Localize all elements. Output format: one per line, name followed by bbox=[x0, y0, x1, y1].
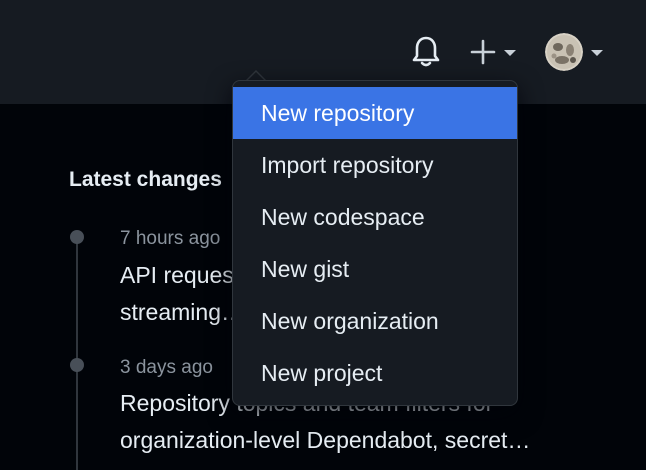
dropdown-list: New repository Import repository New cod… bbox=[233, 87, 517, 399]
latest-changes-heading: Latest changes bbox=[69, 168, 222, 191]
menu-item-new-organization[interactable]: New organization bbox=[233, 295, 517, 347]
timeline-dot bbox=[70, 358, 84, 372]
entry-time: 3 days ago bbox=[120, 357, 213, 378]
plus-icon bbox=[470, 39, 496, 65]
entry-time: 7 hours ago bbox=[120, 228, 221, 249]
create-new-button[interactable] bbox=[468, 34, 524, 70]
timeline-line bbox=[76, 234, 78, 470]
menu-item-new-repository[interactable]: New repository bbox=[233, 87, 517, 139]
menu-item-new-codespace[interactable]: New codespace bbox=[233, 191, 517, 243]
caret-down-icon bbox=[504, 50, 516, 56]
bell-icon bbox=[412, 36, 440, 67]
caret-down-icon bbox=[591, 50, 603, 56]
avatar bbox=[545, 33, 583, 71]
user-menu-button[interactable] bbox=[543, 31, 609, 75]
notifications-button[interactable] bbox=[410, 34, 442, 70]
menu-item-import-repository[interactable]: Import repository bbox=[233, 139, 517, 191]
timeline-dot bbox=[70, 230, 84, 244]
entry-title-line: organization-level Dependabot, secret… bbox=[120, 427, 531, 453]
menu-item-new-project[interactable]: New project bbox=[233, 347, 517, 399]
menu-item-new-gist[interactable]: New gist bbox=[233, 243, 517, 295]
create-new-dropdown: New repository Import repository New cod… bbox=[232, 80, 518, 406]
